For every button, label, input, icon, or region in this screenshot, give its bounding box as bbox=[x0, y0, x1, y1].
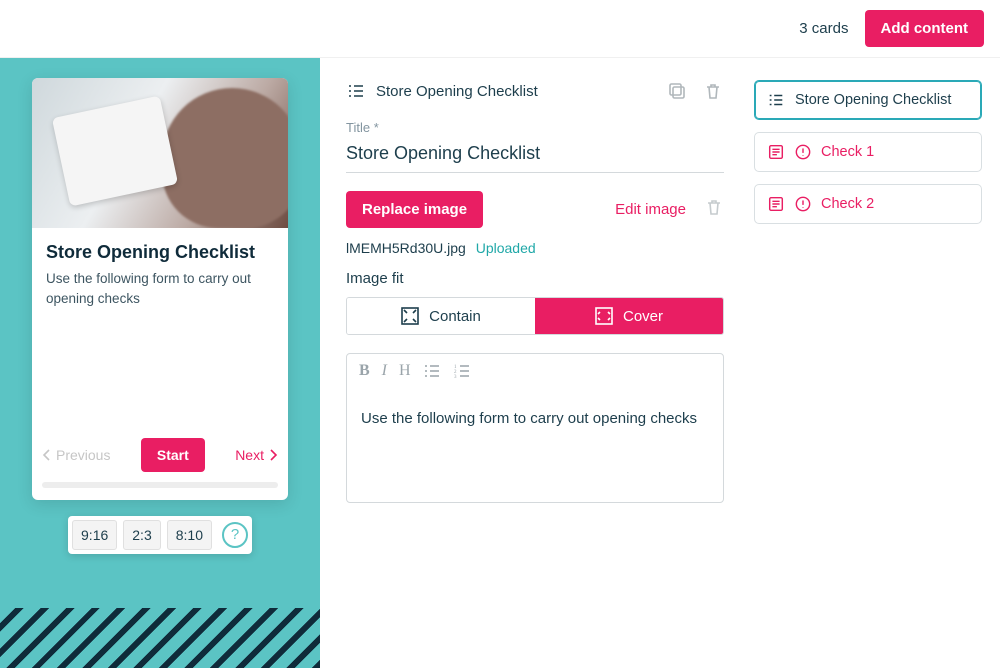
warning-icon bbox=[795, 144, 811, 160]
svg-text:3: 3 bbox=[454, 375, 457, 380]
preview-body: Use the following form to carry out open… bbox=[32, 269, 288, 310]
image-filename: lMEMH5Rd30U.jpg bbox=[346, 240, 466, 256]
preview-title: Store Opening Checklist bbox=[32, 228, 288, 269]
cover-icon bbox=[595, 307, 613, 325]
warning-icon bbox=[795, 196, 811, 212]
chevron-right-icon bbox=[268, 448, 278, 462]
upload-status: Uploaded bbox=[476, 240, 536, 256]
preview-next-button[interactable]: Next bbox=[235, 447, 278, 463]
editor-panel: Store Opening Checklist Title * Replace … bbox=[320, 58, 750, 668]
card-list-item-label: Check 2 bbox=[821, 196, 874, 212]
replace-image-button[interactable]: Replace image bbox=[346, 191, 483, 228]
checklist-icon bbox=[346, 81, 366, 101]
help-icon[interactable]: ? bbox=[222, 522, 248, 548]
trash-icon bbox=[704, 197, 724, 217]
editor-header-title: Store Opening Checklist bbox=[376, 83, 538, 100]
title-input[interactable] bbox=[346, 139, 724, 173]
ratio-9-16-button[interactable]: 9:16 bbox=[72, 520, 117, 550]
chevron-left-icon bbox=[42, 448, 52, 462]
image-fit-segmented: Contain Cover bbox=[346, 297, 724, 335]
rte-toolbar: B I H 123 bbox=[347, 354, 723, 393]
form-icon bbox=[767, 143, 785, 161]
preview-next-label: Next bbox=[235, 447, 264, 463]
preview-start-button[interactable]: Start bbox=[141, 438, 205, 472]
copy-icon bbox=[667, 81, 687, 101]
card-list-item-check-2[interactable]: Check 2 bbox=[754, 184, 982, 224]
rte-ulist-button[interactable] bbox=[423, 362, 441, 385]
rte-bold-button[interactable]: B bbox=[359, 362, 370, 385]
preview-panel: Store Opening Checklist Use the followin… bbox=[0, 58, 320, 668]
add-content-button[interactable]: Add content bbox=[865, 10, 985, 47]
preview-hero-image bbox=[32, 78, 288, 228]
image-fit-label: Image fit bbox=[346, 270, 724, 287]
card-list-item-label: Check 1 bbox=[821, 144, 874, 160]
delete-card-button[interactable] bbox=[702, 80, 724, 102]
rte-olist-button[interactable]: 123 bbox=[453, 362, 471, 385]
image-filename-row: lMEMH5Rd30U.jpg Uploaded bbox=[346, 240, 724, 256]
bullet-list-icon bbox=[423, 362, 441, 380]
edit-image-link[interactable]: Edit image bbox=[615, 201, 686, 218]
card-list-item-label: Store Opening Checklist bbox=[795, 92, 951, 108]
rte-body[interactable]: Use the following form to carry out open… bbox=[347, 393, 723, 450]
card-list-item-check-1[interactable]: Check 1 bbox=[754, 132, 982, 172]
card-list-item-overview[interactable]: Store Opening Checklist bbox=[754, 80, 982, 120]
ratio-8-10-button[interactable]: 8:10 bbox=[167, 520, 212, 550]
rte-italic-button[interactable]: I bbox=[382, 362, 387, 385]
preview-previous-button[interactable]: Previous bbox=[42, 447, 110, 463]
aspect-ratio-bar: 9:16 2:3 8:10 ? bbox=[68, 516, 252, 554]
card-count: 3 cards bbox=[799, 20, 848, 37]
image-fit-cover[interactable]: Cover bbox=[535, 298, 723, 334]
contain-label: Contain bbox=[429, 308, 481, 325]
rich-text-editor: B I H 123 Use the following form to carr… bbox=[346, 353, 724, 503]
trash-icon bbox=[703, 81, 723, 101]
number-list-icon: 123 bbox=[453, 362, 471, 380]
checklist-icon bbox=[767, 91, 785, 109]
card-preview: Store Opening Checklist Use the followin… bbox=[32, 78, 288, 500]
image-fit-contain[interactable]: Contain bbox=[347, 298, 535, 334]
ratio-2-3-button[interactable]: 2:3 bbox=[123, 520, 160, 550]
duplicate-button[interactable] bbox=[666, 80, 688, 102]
card-list: Store Opening Checklist Check 1 Check 2 bbox=[750, 58, 1000, 668]
topbar: 3 cards Add content bbox=[0, 0, 1000, 58]
title-field-label: Title * bbox=[346, 120, 724, 135]
cover-label: Cover bbox=[623, 308, 663, 325]
delete-image-button[interactable] bbox=[704, 197, 724, 222]
preview-previous-label: Previous bbox=[56, 447, 110, 463]
rte-heading-button[interactable]: H bbox=[399, 362, 411, 385]
contain-icon bbox=[401, 307, 419, 325]
preview-scrollbar[interactable] bbox=[42, 482, 278, 488]
form-icon bbox=[767, 195, 785, 213]
